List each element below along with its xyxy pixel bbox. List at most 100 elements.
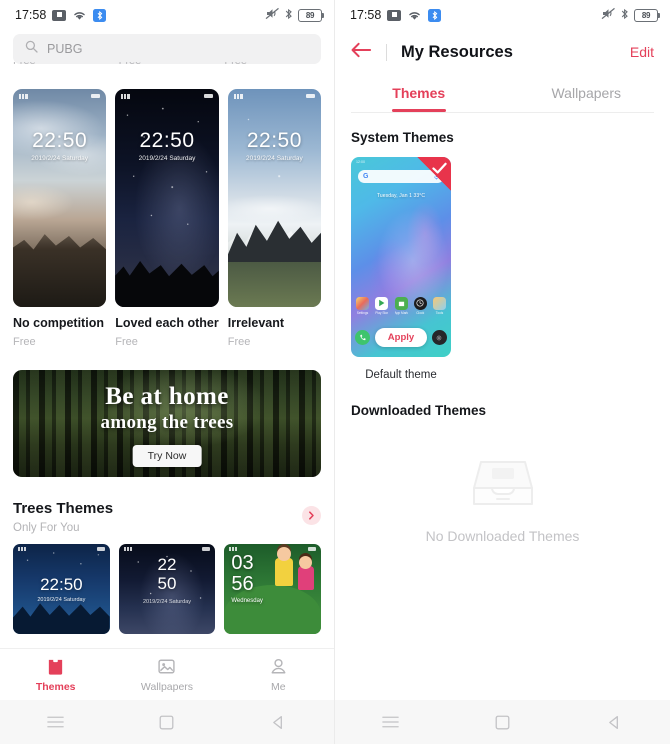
- trees-themes-section-header: Trees Themes Only For You: [13, 500, 321, 534]
- bluetooth-badge-icon: [93, 8, 107, 22]
- lockscreen-date: 2019/2/24 Saturday: [143, 598, 192, 605]
- google-g-icon: G: [363, 173, 369, 180]
- apply-button[interactable]: Apply: [374, 328, 428, 347]
- tab-themes[interactable]: Themes: [335, 78, 503, 112]
- nav-label: Me: [271, 680, 286, 693]
- cartoon-kid-2: [297, 555, 314, 590]
- bottom-navigation: Themes Wallpapers Me: [0, 648, 334, 700]
- themes-store-panel: 17:58 89 PUBG 22:50 2019/2/24 Saturday N…: [0, 0, 335, 744]
- trees-theme-card-row: 22:50 2019/2/24 Saturday 22 50 2019/2/24…: [0, 534, 334, 634]
- theme-card[interactable]: 22:50 2019/2/24 Saturday Irrelevant Free: [227, 89, 321, 348]
- lockscreen-clock: 22:50: [32, 129, 88, 152]
- search-input[interactable]: PUBG: [13, 34, 321, 64]
- wifi-icon: [72, 9, 87, 21]
- theme-price: Free: [115, 336, 138, 348]
- theme-thumbnail[interactable]: 22:50 2019/2/24 Saturday: [13, 89, 107, 307]
- tools-folder-icon: [433, 296, 446, 310]
- page-title: My Resources: [401, 42, 513, 61]
- edit-button[interactable]: Edit: [630, 44, 654, 60]
- clipped-price-2: Free: [224, 62, 321, 73]
- lockscreen-clock: 22:50: [139, 129, 195, 152]
- promo-banner[interactable]: Be at home among the trees Try Now: [13, 370, 321, 477]
- theme-card[interactable]: 22:50 2019/2/24 Saturday Loved each othe…: [115, 89, 219, 348]
- settings-app-icon: [356, 296, 369, 310]
- lockscreen-clock: 22:50: [40, 574, 83, 594]
- image-icon: [158, 659, 176, 673]
- lockscreen-clock-hours: 22: [157, 554, 177, 574]
- mute-icon: [265, 7, 280, 23]
- theme-card-row: 22:50 2019/2/24 Saturday No competition …: [0, 80, 334, 348]
- trees-theme-card[interactable]: 22 50 2019/2/24 Saturday: [118, 544, 216, 634]
- theme-price: Free: [227, 336, 251, 348]
- back-button[interactable]: [558, 715, 670, 730]
- search-icon: [25, 40, 38, 58]
- status-time: 17:58: [15, 8, 47, 22]
- section-title: Trees Themes: [13, 500, 114, 517]
- dock-app-label: Clock: [416, 311, 425, 315]
- apply-row: Apply: [355, 328, 447, 347]
- try-now-button[interactable]: Try Now: [132, 445, 202, 467]
- screenshot-icon: [52, 9, 67, 21]
- theme-name: Loved each other: [115, 316, 219, 330]
- status-bar-left: 17:58 89: [0, 0, 334, 30]
- lockscreen-date: 2019/2/24 Saturday: [246, 155, 303, 162]
- lockscreen-date: 2019/2/24 Saturday: [31, 155, 88, 162]
- theme-name: No competition: [13, 316, 104, 330]
- screenshot-icon: [387, 9, 402, 21]
- empty-state: No Downloaded Themes: [335, 452, 670, 544]
- wifi-icon: [407, 9, 422, 21]
- dock-app: App Market: [394, 296, 408, 315]
- nav-label: Wallpapers: [140, 680, 194, 693]
- phone-icon: [25, 288, 33, 296]
- default-theme-item[interactable]: 12:00 G Tuesday, Jan 1 33°C Settings Pla…: [351, 157, 451, 381]
- menu-button[interactable]: [0, 715, 111, 729]
- camera-app-icon: [431, 330, 447, 345]
- theme-price: Free: [13, 336, 36, 348]
- menu-button[interactable]: [335, 715, 447, 729]
- themes-scroll-area[interactable]: Free Free Free 22:50 2019/2/24 Saturday: [0, 62, 334, 688]
- tab-bar: Themes Wallpapers: [335, 78, 670, 112]
- bluetooth-icon: [285, 8, 293, 23]
- clipped-price-1: Free: [119, 62, 216, 73]
- mute-icon: [601, 7, 616, 23]
- lockscreen-date: Wednesday: [231, 598, 263, 604]
- clipped-price-row: Free Free Free: [0, 62, 334, 80]
- dock-app: Play Store: [375, 296, 389, 315]
- battery-icon: 89: [298, 8, 325, 22]
- back-arrow-icon[interactable]: [351, 42, 372, 63]
- home-button[interactable]: [111, 715, 222, 730]
- theme-thumbnail[interactable]: 22:50 2019/2/24 Saturday: [115, 89, 219, 307]
- system-nav-bar-left: [0, 700, 334, 744]
- dock-app-label: Settings: [356, 311, 369, 315]
- search-value: PUBG: [47, 42, 83, 56]
- lockscreen-clock-minutes: 50: [157, 574, 177, 594]
- empty-box-icon: [472, 461, 533, 505]
- default-theme-preview[interactable]: 12:00 G Tuesday, Jan 1 33°C Settings Pla…: [351, 157, 451, 357]
- nav-item-themes[interactable]: Themes: [0, 657, 111, 693]
- trees-theme-card[interactable]: 03 56 Wednesday: [224, 544, 322, 634]
- theme-thumbnail[interactable]: 22:50 2019/2/24 Saturday: [227, 89, 321, 307]
- phone-app-icon: [355, 330, 370, 345]
- trees-theme-card[interactable]: 22:50 2019/2/24 Saturday: [13, 544, 110, 634]
- downloaded-themes-title: Downloaded Themes: [351, 403, 487, 418]
- theme-card[interactable]: 22:50 2019/2/24 Saturday No competition …: [13, 89, 107, 348]
- camera-icon: [198, 290, 207, 297]
- home-screen-dock: Settings Play Store App Market: [356, 296, 446, 315]
- clipped-price-0: Free: [13, 62, 110, 73]
- nav-item-me[interactable]: Me: [223, 657, 334, 693]
- system-themes-title: System Themes: [351, 130, 454, 145]
- home-button[interactable]: [447, 715, 559, 730]
- person-icon: [271, 658, 286, 673]
- status-right-group: 89: [601, 7, 661, 23]
- back-button[interactable]: [223, 715, 334, 730]
- nav-item-wallpapers[interactable]: Wallpapers: [111, 657, 222, 693]
- dock-app: Tools: [433, 296, 446, 315]
- chevron-right-icon[interactable]: [302, 506, 321, 525]
- banner-line-1: Be at home: [105, 383, 229, 410]
- app-market-icon: [394, 296, 408, 310]
- theme-name: Irrelevant: [227, 316, 285, 330]
- section-subtitle: Only For You: [13, 522, 80, 534]
- lockscreen-clock-hours: 03: [231, 552, 254, 574]
- themes-icon: [49, 658, 63, 675]
- tab-wallpapers[interactable]: Wallpapers: [503, 78, 670, 112]
